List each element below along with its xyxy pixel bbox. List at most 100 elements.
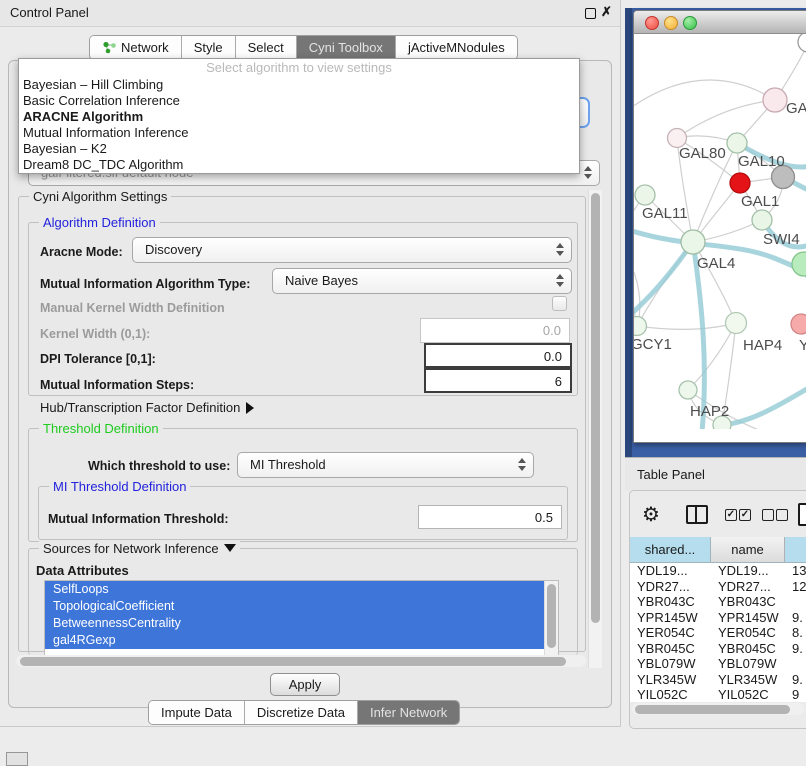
tab-jactivemnodules[interactable]: jActiveMNodules	[396, 36, 517, 59]
zoom-window-icon[interactable]	[683, 16, 697, 30]
table-cell: YBR045C	[711, 641, 785, 657]
settings-vertical-scrollbar[interactable]	[588, 190, 602, 668]
deselect-all-icon2[interactable]	[776, 509, 788, 521]
tab-infer-network[interactable]: Infer Network	[358, 701, 459, 724]
tab-label: jActiveMNodules	[408, 40, 505, 55]
algorithm-option[interactable]: Dream8 DC_TDC Algorithm	[19, 157, 579, 173]
tab-style[interactable]: Style	[182, 36, 236, 59]
manual-kernel-width-checkbox[interactable]	[552, 296, 567, 311]
network-node[interactable]	[792, 252, 806, 276]
tab-select[interactable]: Select	[236, 36, 297, 59]
dpi-tolerance-field[interactable]: 0.0	[424, 343, 572, 368]
node-label: GCY1	[634, 336, 672, 353]
mi-algorithm-type-combobox[interactable]: Naive Bayes	[272, 268, 572, 294]
tab-label: Network	[121, 40, 169, 55]
table-cell: YLR345W	[630, 672, 711, 688]
mi-steps-value: 6	[555, 374, 562, 389]
algorithm-option[interactable]: Basic Correlation Inference	[19, 93, 579, 109]
tab-impute-data[interactable]: Impute Data	[149, 701, 245, 724]
sources-group-title[interactable]: Sources for Network Inference	[39, 541, 240, 556]
aracne-mode-combobox[interactable]: Discovery	[132, 237, 572, 263]
combo-arrows-icon	[584, 166, 592, 179]
table-toolbar: ⚙ ✓ ✓	[630, 491, 806, 537]
network-window-titlebar	[634, 11, 806, 34]
network-node[interactable]	[798, 34, 806, 52]
manual-kernel-width-label: Manual Kernel Width Definition	[40, 301, 225, 315]
control-panel-titlebar: Control Panel ✗	[0, 0, 620, 27]
network-node-gal1[interactable]	[730, 173, 750, 193]
table-row[interactable]: YLR345WYLR345W9.	[630, 672, 806, 688]
network-node-gcy1[interactable]	[634, 317, 647, 336]
network-node-gal[interactable]	[763, 88, 787, 112]
table-cell: 9.	[785, 641, 806, 657]
attribute-list-item[interactable]: gal4RGexp	[45, 632, 545, 649]
gear-icon[interactable]: ⚙	[642, 502, 660, 527]
desktop-edge	[625, 8, 632, 457]
network-node-gal10[interactable]	[727, 133, 747, 153]
export-table-icon[interactable]	[798, 503, 806, 526]
table-panel-title: Table Panel	[637, 467, 705, 482]
table-row[interactable]: YDL19...YDL19...13	[630, 563, 806, 579]
apply-button[interactable]: Apply	[270, 673, 340, 696]
table-row[interactable]: YBL079WYBL079W	[630, 656, 806, 672]
column-header[interactable]: name	[711, 537, 785, 563]
mi-algorithm-type-label: Mutual Information Algorithm Type:	[40, 277, 250, 291]
table-cell: YDR27...	[630, 579, 711, 595]
select-all-icon2[interactable]: ✓	[739, 509, 751, 521]
table-horizontal-scrollbar[interactable]	[632, 703, 804, 715]
hub-definition-label: Hub/Transcription Factor Definition	[40, 400, 240, 415]
minimize-window-icon[interactable]	[664, 16, 678, 30]
algorithm-definition-title: Algorithm Definition	[39, 215, 160, 230]
close-window-icon[interactable]	[645, 16, 659, 30]
node-label: GAL10	[738, 153, 785, 170]
attribute-list-item[interactable]: TopologicalCoefficient	[45, 598, 545, 615]
tab-discretize-data[interactable]: Discretize Data	[245, 701, 358, 724]
network-canvas[interactable]: GALGAL80GAL10GAL1GAL11SWI4GAL4GCY1HAP4YH…	[634, 34, 806, 429]
network-node-hap4[interactable]	[726, 313, 747, 334]
table-row[interactable]: YIL052CYIL052C9	[630, 687, 806, 702]
table-row[interactable]: YER054CYER054C8.	[630, 625, 806, 641]
tab-label: Discretize Data	[257, 705, 345, 720]
node-label: GAL80	[679, 145, 726, 162]
tab-network[interactable]: Network	[90, 36, 182, 59]
table-cell: YPR145W	[711, 610, 785, 626]
tab-cyni-toolbox[interactable]: Cyni Toolbox	[297, 36, 396, 59]
kernel-width-field[interactable]: 0.0	[420, 318, 570, 343]
collapsed-panel-icon[interactable]	[6, 752, 28, 766]
close-panel-icon[interactable]: ✗	[601, 4, 612, 20]
which-threshold-combobox[interactable]: MI Threshold	[237, 452, 534, 478]
attribute-list-item[interactable]: BetweennessCentrality	[45, 615, 545, 632]
algorithm-option[interactable]: Bayesian – K2	[19, 141, 579, 157]
attribute-list-item[interactable]: SelfLoops	[45, 581, 545, 598]
table-row[interactable]: YPR145WYPR145W9.	[630, 610, 806, 626]
split-columns-icon[interactable]	[686, 505, 708, 524]
mi-steps-field[interactable]: 6	[424, 368, 572, 393]
algorithm-option[interactable]: ARACNE Algorithm	[19, 109, 579, 125]
network-node-y[interactable]	[791, 314, 806, 334]
which-threshold-value: MI Threshold	[250, 457, 326, 472]
table-row[interactable]: YBR043CYBR043C	[630, 594, 806, 610]
select-all-icon[interactable]: ✓	[725, 509, 737, 521]
column-header[interactable]: shared...	[630, 537, 711, 563]
mi-threshold-field[interactable]: 0.5	[418, 505, 562, 529]
deselect-all-icon[interactable]	[762, 509, 774, 521]
network-node-gal11[interactable]	[635, 185, 655, 205]
algorithm-option[interactable]: Bayesian – Hill Climbing	[19, 77, 579, 93]
float-window-icon[interactable]	[585, 8, 596, 19]
table-row[interactable]: YDR27...YDR27...12	[630, 579, 806, 595]
tab-label: Select	[248, 40, 284, 55]
node-label: Y	[799, 337, 806, 354]
network-node-swi4[interactable]	[752, 210, 772, 230]
kernel-width-value: 0.0	[543, 323, 561, 338]
settings-horizontal-scrollbar[interactable]	[16, 655, 586, 667]
algorithm-option[interactable]: Mutual Information Inference	[19, 125, 579, 141]
table-cell: YDL19...	[711, 563, 785, 579]
table-panel: ⚙ ✓ ✓ shared...name YDL19...YDL19...13YD…	[629, 490, 806, 729]
list-scrollbar[interactable]	[544, 581, 558, 655]
column-header[interactable]	[785, 537, 806, 563]
network-node-gal4[interactable]	[681, 230, 705, 254]
network-node-hap2[interactable]	[679, 381, 697, 399]
hub-definition-toggle[interactable]: Hub/Transcription Factor Definition	[40, 400, 254, 415]
network-window: GALGAL80GAL10GAL1GAL11SWI4GAL4GCY1HAP4YH…	[633, 10, 806, 443]
table-row[interactable]: YBR045CYBR045C9.	[630, 641, 806, 657]
